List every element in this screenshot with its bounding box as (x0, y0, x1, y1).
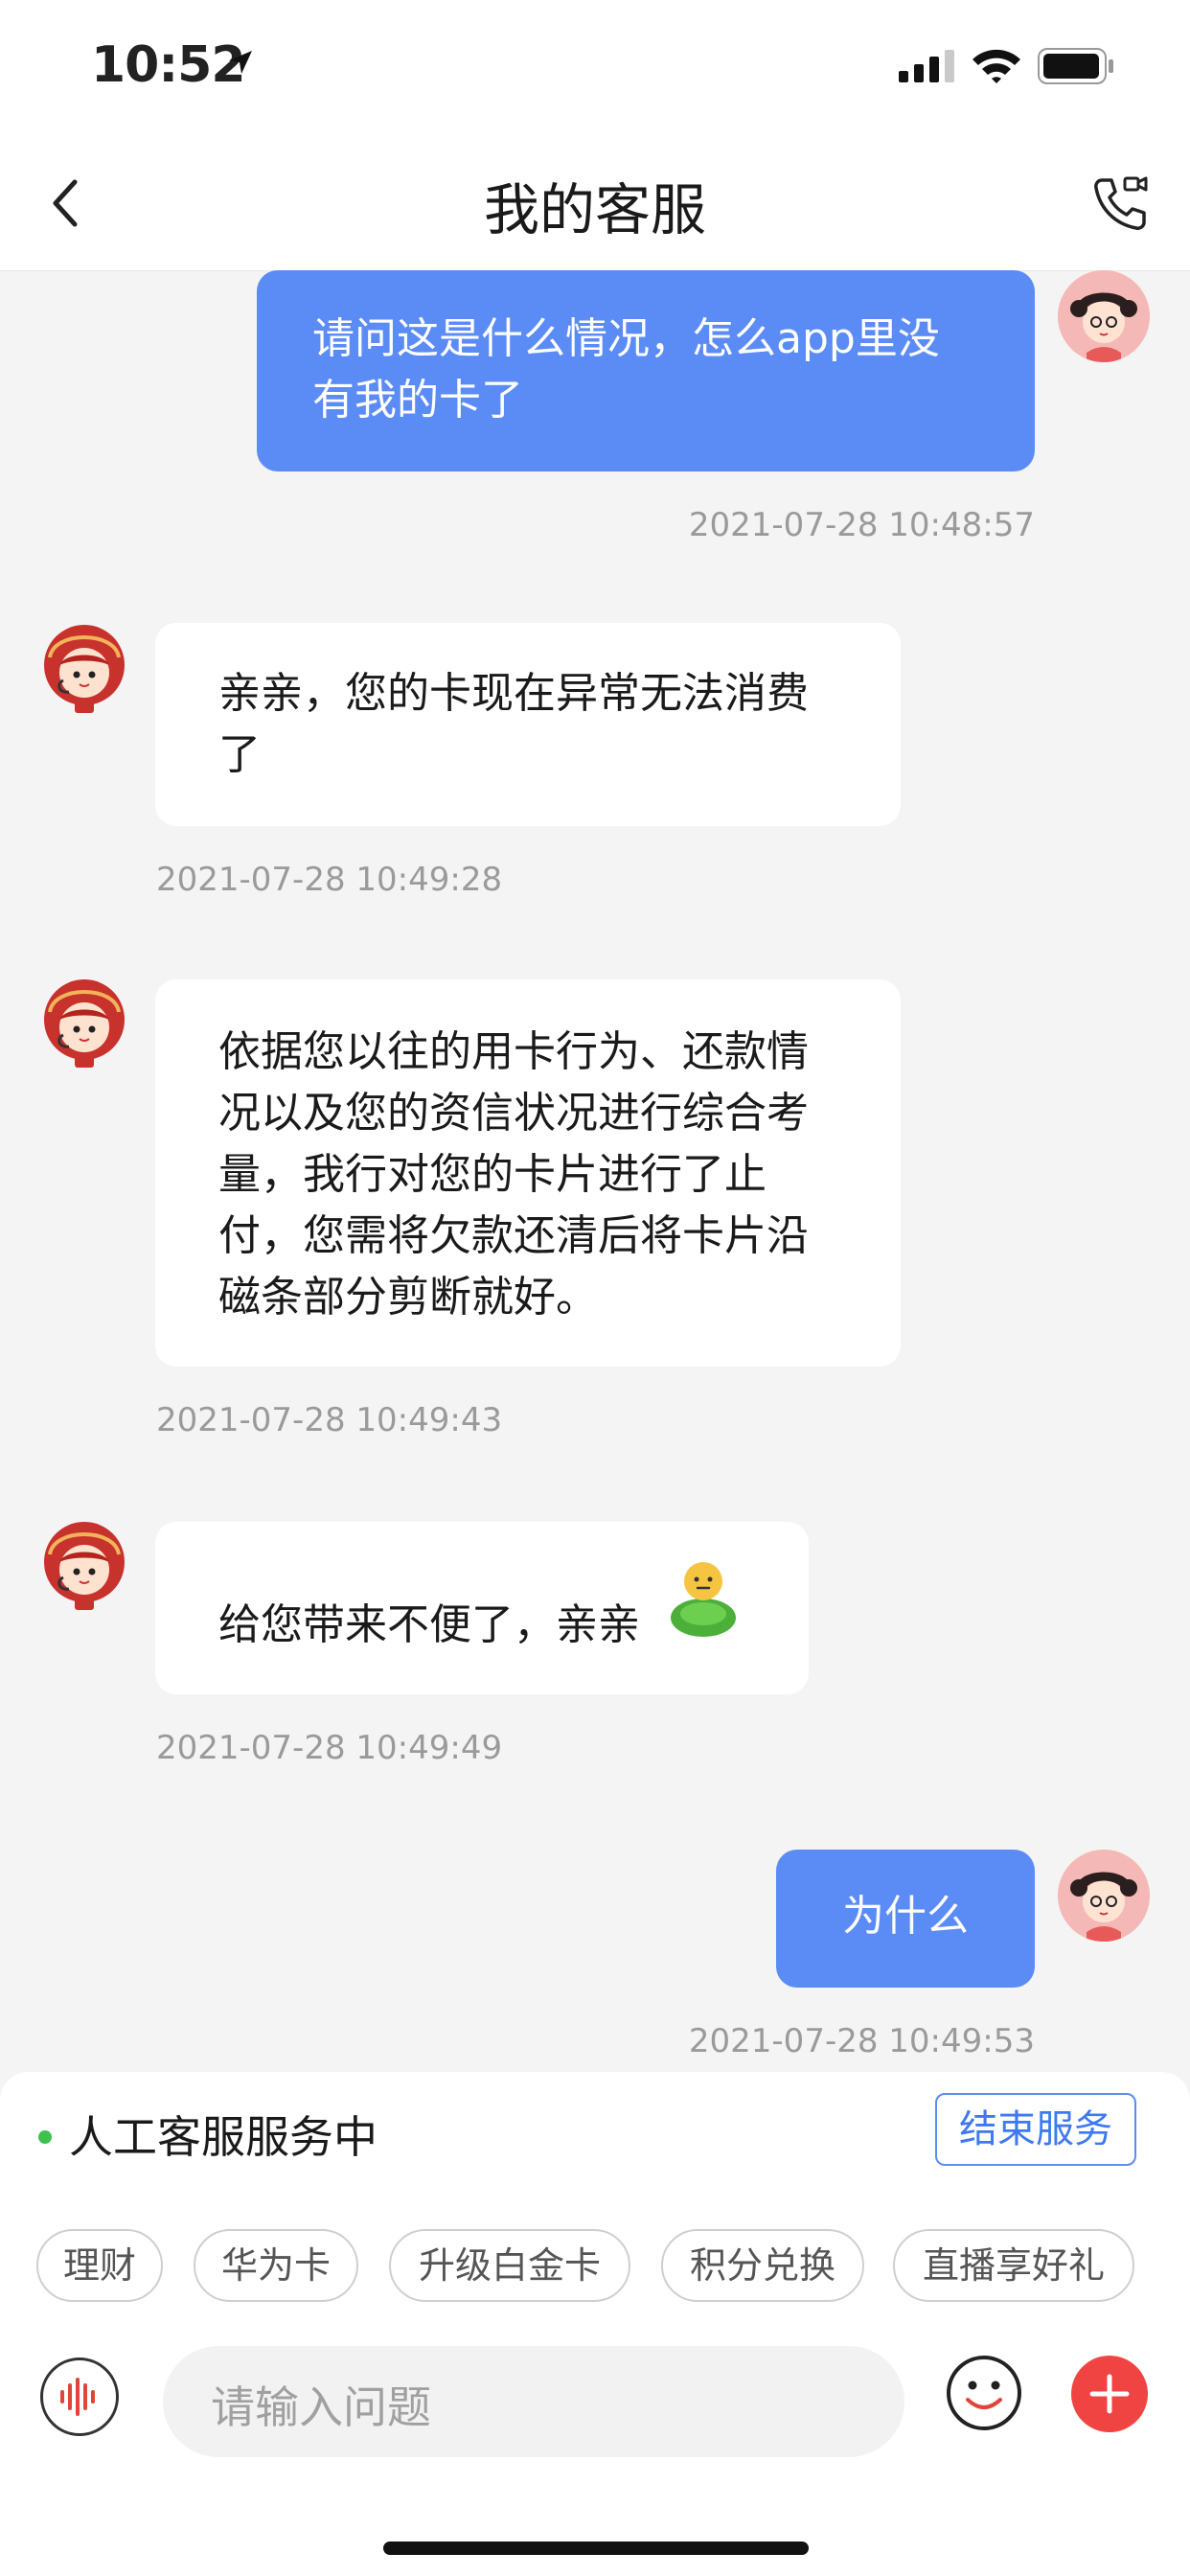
message-timestamp: 2021-07-28 10:48:57 (688, 506, 1035, 544)
message-timestamp: 2021-07-28 10:49:53 (688, 2022, 1035, 2060)
agent-avatar[interactable] (38, 978, 130, 1070)
cellular-signal-icon (899, 50, 954, 86)
message-line: 量，我行对您的卡片进行了止 (218, 1150, 767, 1199)
quick-action-chip[interactable]: 升级白金卡 (389, 2229, 630, 2302)
bottom-panel: 理财 华为卡 升级白金卡 积分兑换 直播享好礼 请输入问题 (0, 2193, 1190, 2576)
end-service-button[interactable]: 结束服务 (935, 2093, 1136, 2166)
message-timestamp: 2021-07-28 10:49:49 (156, 1729, 503, 1767)
wifi-icon (971, 46, 1022, 88)
message-timestamp: 2021-07-28 10:49:28 (156, 861, 503, 899)
chat-bubble-outgoing: 请问这是什么情况，怎么app里没 有我的卡了 (257, 270, 1035, 472)
battery-icon (1038, 48, 1114, 88)
quick-action-chip[interactable]: 直播享好礼 (893, 2229, 1134, 2302)
add-more-button[interactable] (1071, 2356, 1148, 2432)
service-status-bar: 人工客服服务中 结束服务 (0, 2072, 1190, 2194)
location-arrow-icon (226, 48, 255, 80)
message-line: 为什么 (842, 1892, 969, 1941)
status-bar: 10:52 (0, 0, 1190, 134)
quick-action-chip[interactable]: 积分兑换 (661, 2229, 864, 2302)
message-line: 亲亲，您的卡现在异常无法消费 (218, 669, 809, 718)
user-avatar[interactable] (1058, 270, 1150, 362)
agent-avatar[interactable] (38, 1520, 130, 1612)
agent-avatar[interactable] (38, 623, 130, 715)
message-line: 了 (218, 730, 261, 779)
message-line: 依据您以往的用卡行为、还款情 (218, 1027, 809, 1076)
home-indicator (383, 2542, 809, 2555)
message-line: 请问这是什么情况，怎么app里没 (312, 314, 940, 363)
service-status-label: 人工客服服务中 (69, 2111, 378, 2163)
message-line: 磁条部分剪断就好。 (218, 1273, 598, 1322)
message-line: 付，您需将欠款还清后将卡片沿 (218, 1211, 809, 1260)
message-line: 给您带来不便了，亲亲 (218, 1600, 640, 1649)
message-timestamp: 2021-07-28 10:49:43 (156, 1401, 503, 1439)
chat-bubble-outgoing: 为什么 (776, 1850, 1035, 1988)
status-time: 10:52 (91, 36, 246, 94)
page-title: 我的客服 (483, 177, 706, 242)
input-placeholder: 请输入问题 (211, 2381, 431, 2433)
message-line: 有我的卡了 (312, 376, 523, 425)
quick-action-chip[interactable]: 华为卡 (194, 2229, 358, 2302)
user-avatar[interactable] (1058, 1850, 1150, 1942)
online-status-dot (38, 2130, 52, 2144)
chat-bubble-incoming: 亲亲，您的卡现在异常无法消费 了 (155, 623, 901, 826)
chat-bubble-incoming: 依据您以往的用卡行为、还款情 况以及您的资信状况进行综合考 量，我行对您的卡片进… (155, 979, 901, 1367)
voice-input-button[interactable] (40, 2358, 119, 2436)
message-input[interactable]: 请输入问题 (163, 2346, 904, 2457)
phone-call-icon[interactable] (1090, 174, 1150, 238)
message-line: 况以及您的资信状况进行综合考 (218, 1089, 809, 1138)
emoji-icon[interactable] (945, 2354, 1023, 2436)
plus-icon (1089, 2374, 1130, 2414)
quick-action-chip[interactable]: 理财 (36, 2229, 163, 2302)
sticker-icon (665, 1558, 742, 1643)
nav-bar: 我的客服 (0, 134, 1190, 271)
